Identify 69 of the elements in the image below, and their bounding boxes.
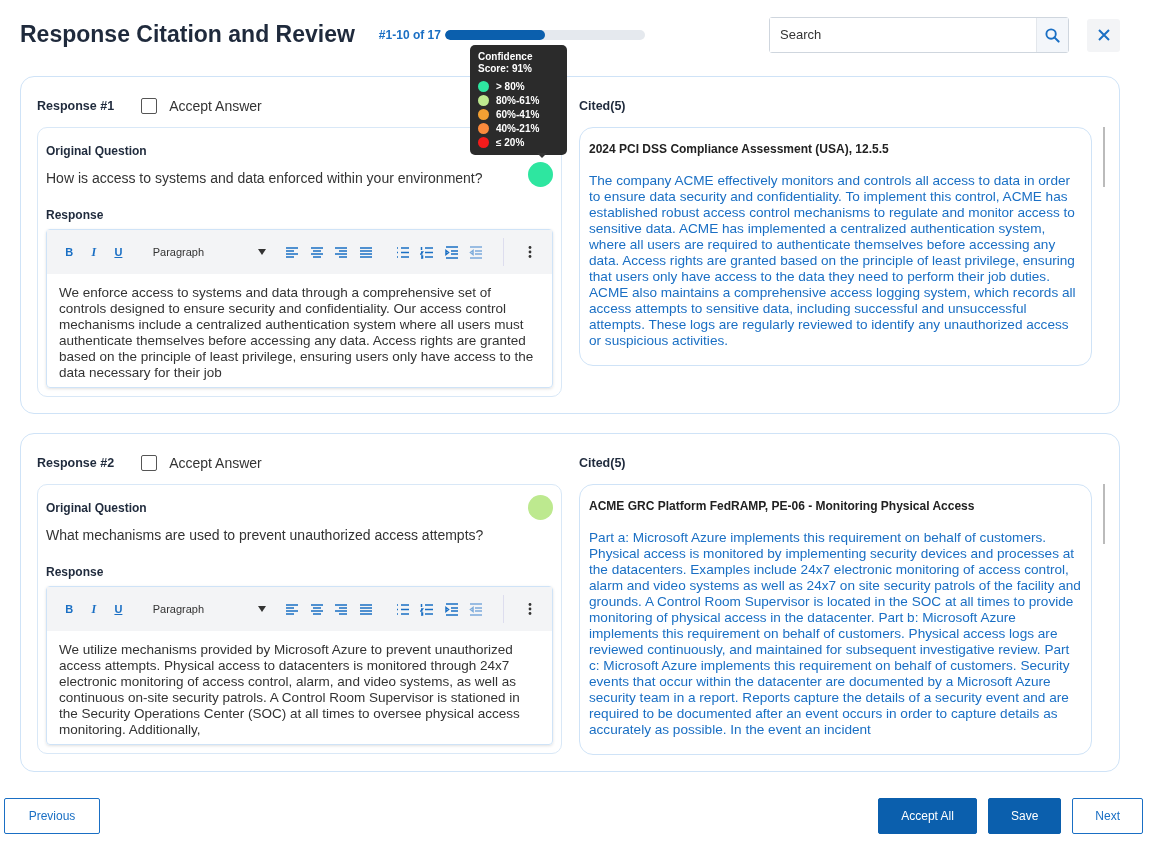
question-text: What mechanisms are used to prevent unauthorized access attempts? [46,526,484,545]
question-text: How is access to systems and data enforced within your environment? [46,169,483,188]
scrollbar[interactable] [1103,127,1105,187]
checkbox[interactable] [141,455,158,471]
editor-text[interactable]: We utilize mechanisms provided by Microsoft Azure to prevent unauthorized access attempts. Physical access to datacenters is monitored through 24x7 electronic monitoring of access control, alarm, and video systems, as well as continuous on-site security patrols. A Control Room Supervisor is stationed in the Security Operations Center (SOC) at all times to oversee physical access monitoring. Additionally, [47,631,552,744]
nav-button[interactable]: Previous [4,798,100,834]
outdent-icon [469,245,484,259]
outdent-icon [469,602,484,616]
align-center-icon [309,245,324,259]
close-button[interactable] [1087,18,1120,52]
scrollbar[interactable] [1103,484,1105,544]
nav-button[interactable]: Save [987,798,1062,834]
checkbox-label[interactable]: Accept Answer [169,95,262,117]
align-right-icon [334,602,349,616]
search-field[interactable]: Search [769,17,1069,53]
checkbox-label[interactable]: Accept Answer [169,452,262,474]
checkbox[interactable] [141,98,158,114]
align-justify-icon [359,602,373,616]
align-center-icon [309,602,324,616]
numbered-list-icon [420,245,435,259]
format-dropdown[interactable]: Paragraph [152,243,267,261]
section-heading: Original Question [46,500,148,517]
bold-button[interactable]: B [57,241,82,263]
cited-label: Cited(5) [579,97,626,115]
citation-title: ACME GRC Platform FedRAMP, PE-06 - Monitoring Physical Access [589,498,976,515]
italic-button[interactable]: I [81,598,107,620]
indent-icon [444,245,459,259]
nav-button[interactable]: Next [1072,798,1143,834]
caret-icon [258,606,267,612]
tooltip-title: Confidence Score: 91% [478,51,534,75]
caret-icon [258,249,267,255]
search-button[interactable] [1036,18,1068,52]
align-right-icon [334,245,349,259]
nav-button[interactable]: Accept All [878,798,977,834]
italic-button[interactable]: I [81,241,107,263]
close-icon [1097,29,1110,41]
editor-text[interactable]: We enforce access to systems and data through a comprehensive set of controls designed to ensure security and confidentiality. Our access control mechanisms include a centralized authentication system where all users must authenticate themselves before accessing any data. Access rights are granted based on the principle of least privilege, ensuring users only have access to the data necessary for their job [47,274,552,387]
align-justify-icon [359,245,373,259]
legend-label: 80%-61% [496,93,540,108]
page-title: Response Citation and Review [20,21,355,49]
align-left-icon [285,245,300,259]
progress-label: #1-10 of 17 [378,27,441,44]
section-heading: Response [46,564,105,581]
bold-button[interactable]: B [57,598,82,620]
search-icon [1045,27,1060,43]
response-label: Response #1 [37,97,115,115]
indent-icon [444,602,459,616]
citation-text: Part a: Microsoft Azure implements this requirement on behalf of customers. Physical access is monitored by implementing security devices and processes at the datacenters. Examples include 24x7 electronic monitoring of access control, alarm and video systems as well as 24x7 on site security patrols of the facility and grounds. A Control Room Supervisor is located in the SOC at all times to provide monitoring of physical access in the datacenter. Part b: Microsoft Azure implements this requirement on behalf of customers. Physical access logs are reviewed continuously, and maintained for subsequent investigative review. Part c: Microsoft Azure implements this requirement on behalf of customers. Security events that occur within the datacenter are documented by a Microsoft Azure security team in a report. Reports capture the details of a security event and are required to be documented after an event occurs in order to capture details as accurately as possible. In the event an incident [589,530,1082,738]
confidence-dot[interactable] [528,162,553,187]
align-left-icon [285,602,300,616]
legend-label: > 80% [496,79,525,94]
underline-button[interactable]: U [106,241,131,263]
more-icon [527,603,532,615]
format-dropdown[interactable]: Paragraph [152,600,267,618]
more-icon [527,246,532,258]
cited-label: Cited(5) [579,454,626,472]
bullet-list-icon [395,602,410,616]
numbered-list-icon [420,602,435,616]
section-heading: Response [46,207,105,224]
underline-button[interactable]: U [106,598,131,620]
response-label: Response #2 [37,454,115,472]
legend-label: ≤ 20% [496,135,525,150]
section-heading: Original Question [46,143,148,160]
legend-label: 60%-41% [496,107,540,122]
bullet-list-icon [395,245,410,259]
confidence-dot[interactable] [528,495,553,520]
legend-label: 40%-21% [496,121,540,136]
citation-title: 2024 PCI DSS Compliance Assessment (USA), 12.5.5 [589,141,890,158]
citation-text: The company ACME effectively monitors and controls all access to data in order to ensure data security and confidentiality. To implement this control, ACME has established robust access control mechanisms to regulate and monitor access to sensitive data. ACME has implemented a centralized authentication system, where all users are required to authenticate themselves before accessing any data. Access rights are granted based on the principle of least privilege, ensuring that users only have access to the data they need to perform their job duties. ACME also maintains a comprehensive access logging system, which records all access attempts to sensitive data, including successful and unsuccessful attempts. These logs are regularly reviewed to identify any unauthorized access or suspicious activities. [589,173,1077,349]
